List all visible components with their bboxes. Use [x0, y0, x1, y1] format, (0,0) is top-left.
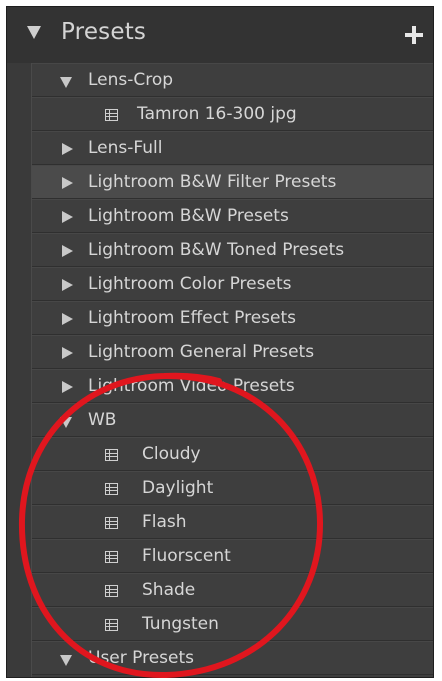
collapsed-triangle-icon[interactable] [62, 381, 73, 393]
expanded-triangle-icon[interactable] [60, 655, 72, 666]
preset-cloudy[interactable]: Cloudy [32, 437, 433, 471]
folder-label: Lightroom B&W Filter Presets [88, 172, 337, 192]
folder-bw-filter[interactable]: Lightroom B&W Filter Presets [32, 165, 433, 199]
presets-panel: Presets Lens-Crop Tamron 16-300 jpg Lens… [6, 6, 434, 678]
folder-label: Lightroom Video Presets [88, 376, 295, 396]
collapsed-triangle-icon[interactable] [62, 313, 73, 325]
preset-file-icon [105, 619, 118, 631]
folder-bw-toned[interactable]: Lightroom B&W Toned Presets [32, 233, 433, 267]
folder-general[interactable]: Lightroom General Presets [32, 335, 433, 369]
folder-lens-crop[interactable]: Lens-Crop [32, 63, 433, 97]
preset-flash[interactable]: Flash [32, 505, 433, 539]
preset-label: Shade [142, 580, 196, 600]
folder-label: Lightroom Color Presets [88, 274, 292, 294]
preset-label: Tamron 16-300 jpg [137, 104, 297, 124]
folder-label: Lens-Full [88, 138, 163, 158]
preset-file-icon [105, 517, 118, 529]
folder-label: Lightroom B&W Toned Presets [88, 240, 345, 260]
folder-label: User Presets [88, 648, 195, 668]
collapse-triangle-icon[interactable] [27, 26, 41, 39]
preset-file-icon [105, 483, 118, 495]
preset-file-icon [105, 449, 118, 461]
expanded-triangle-icon[interactable] [60, 417, 72, 428]
collapsed-triangle-icon[interactable] [62, 177, 73, 189]
preset-label: Fluorscent [142, 546, 231, 566]
presets-panel-header[interactable]: Presets [7, 7, 433, 63]
folder-lens-full[interactable]: Lens-Full [32, 131, 433, 165]
panel-title: Presets [61, 19, 147, 45]
folder-user-presets[interactable]: User Presets [32, 641, 433, 675]
preset-tungsten[interactable]: Tungsten [32, 607, 433, 641]
collapsed-triangle-icon[interactable] [62, 245, 73, 257]
preset-file-icon [105, 109, 118, 121]
folder-effect[interactable]: Lightroom Effect Presets [32, 301, 433, 335]
folder-label: Lightroom General Presets [88, 342, 315, 362]
preset-file-icon [105, 551, 118, 563]
folder-label: Lens-Crop [88, 70, 174, 90]
folder-video[interactable]: Lightroom Video Presets [32, 369, 433, 403]
collapsed-triangle-icon[interactable] [62, 279, 73, 291]
collapsed-triangle-icon[interactable] [62, 143, 73, 155]
preset-label: Flash [142, 512, 187, 532]
folder-color[interactable]: Lightroom Color Presets [32, 267, 433, 301]
preset-label: Daylight [142, 478, 214, 498]
collapsed-triangle-icon[interactable] [62, 347, 73, 359]
preset-fluorscent[interactable]: Fluorscent [32, 539, 433, 573]
preset-label: Cloudy [142, 444, 201, 464]
collapsed-triangle-icon[interactable] [62, 211, 73, 223]
preset-file-icon [105, 585, 118, 597]
add-preset-plus-icon[interactable] [405, 26, 423, 44]
preset-daylight[interactable]: Daylight [32, 471, 433, 505]
folder-bw[interactable]: Lightroom B&W Presets [32, 199, 433, 233]
presets-tree: Lens-Crop Tamron 16-300 jpg Lens-Full Li… [31, 63, 433, 677]
folder-label: Lightroom B&W Presets [88, 206, 289, 226]
folder-label: Lightroom Effect Presets [88, 308, 297, 328]
preset-shade[interactable]: Shade [32, 573, 433, 607]
folder-label: WB [88, 410, 117, 430]
folder-wb[interactable]: WB [32, 403, 433, 437]
expanded-triangle-icon[interactable] [60, 77, 72, 88]
preset-tamron[interactable]: Tamron 16-300 jpg [32, 97, 433, 131]
preset-label: Tungsten [142, 614, 219, 634]
